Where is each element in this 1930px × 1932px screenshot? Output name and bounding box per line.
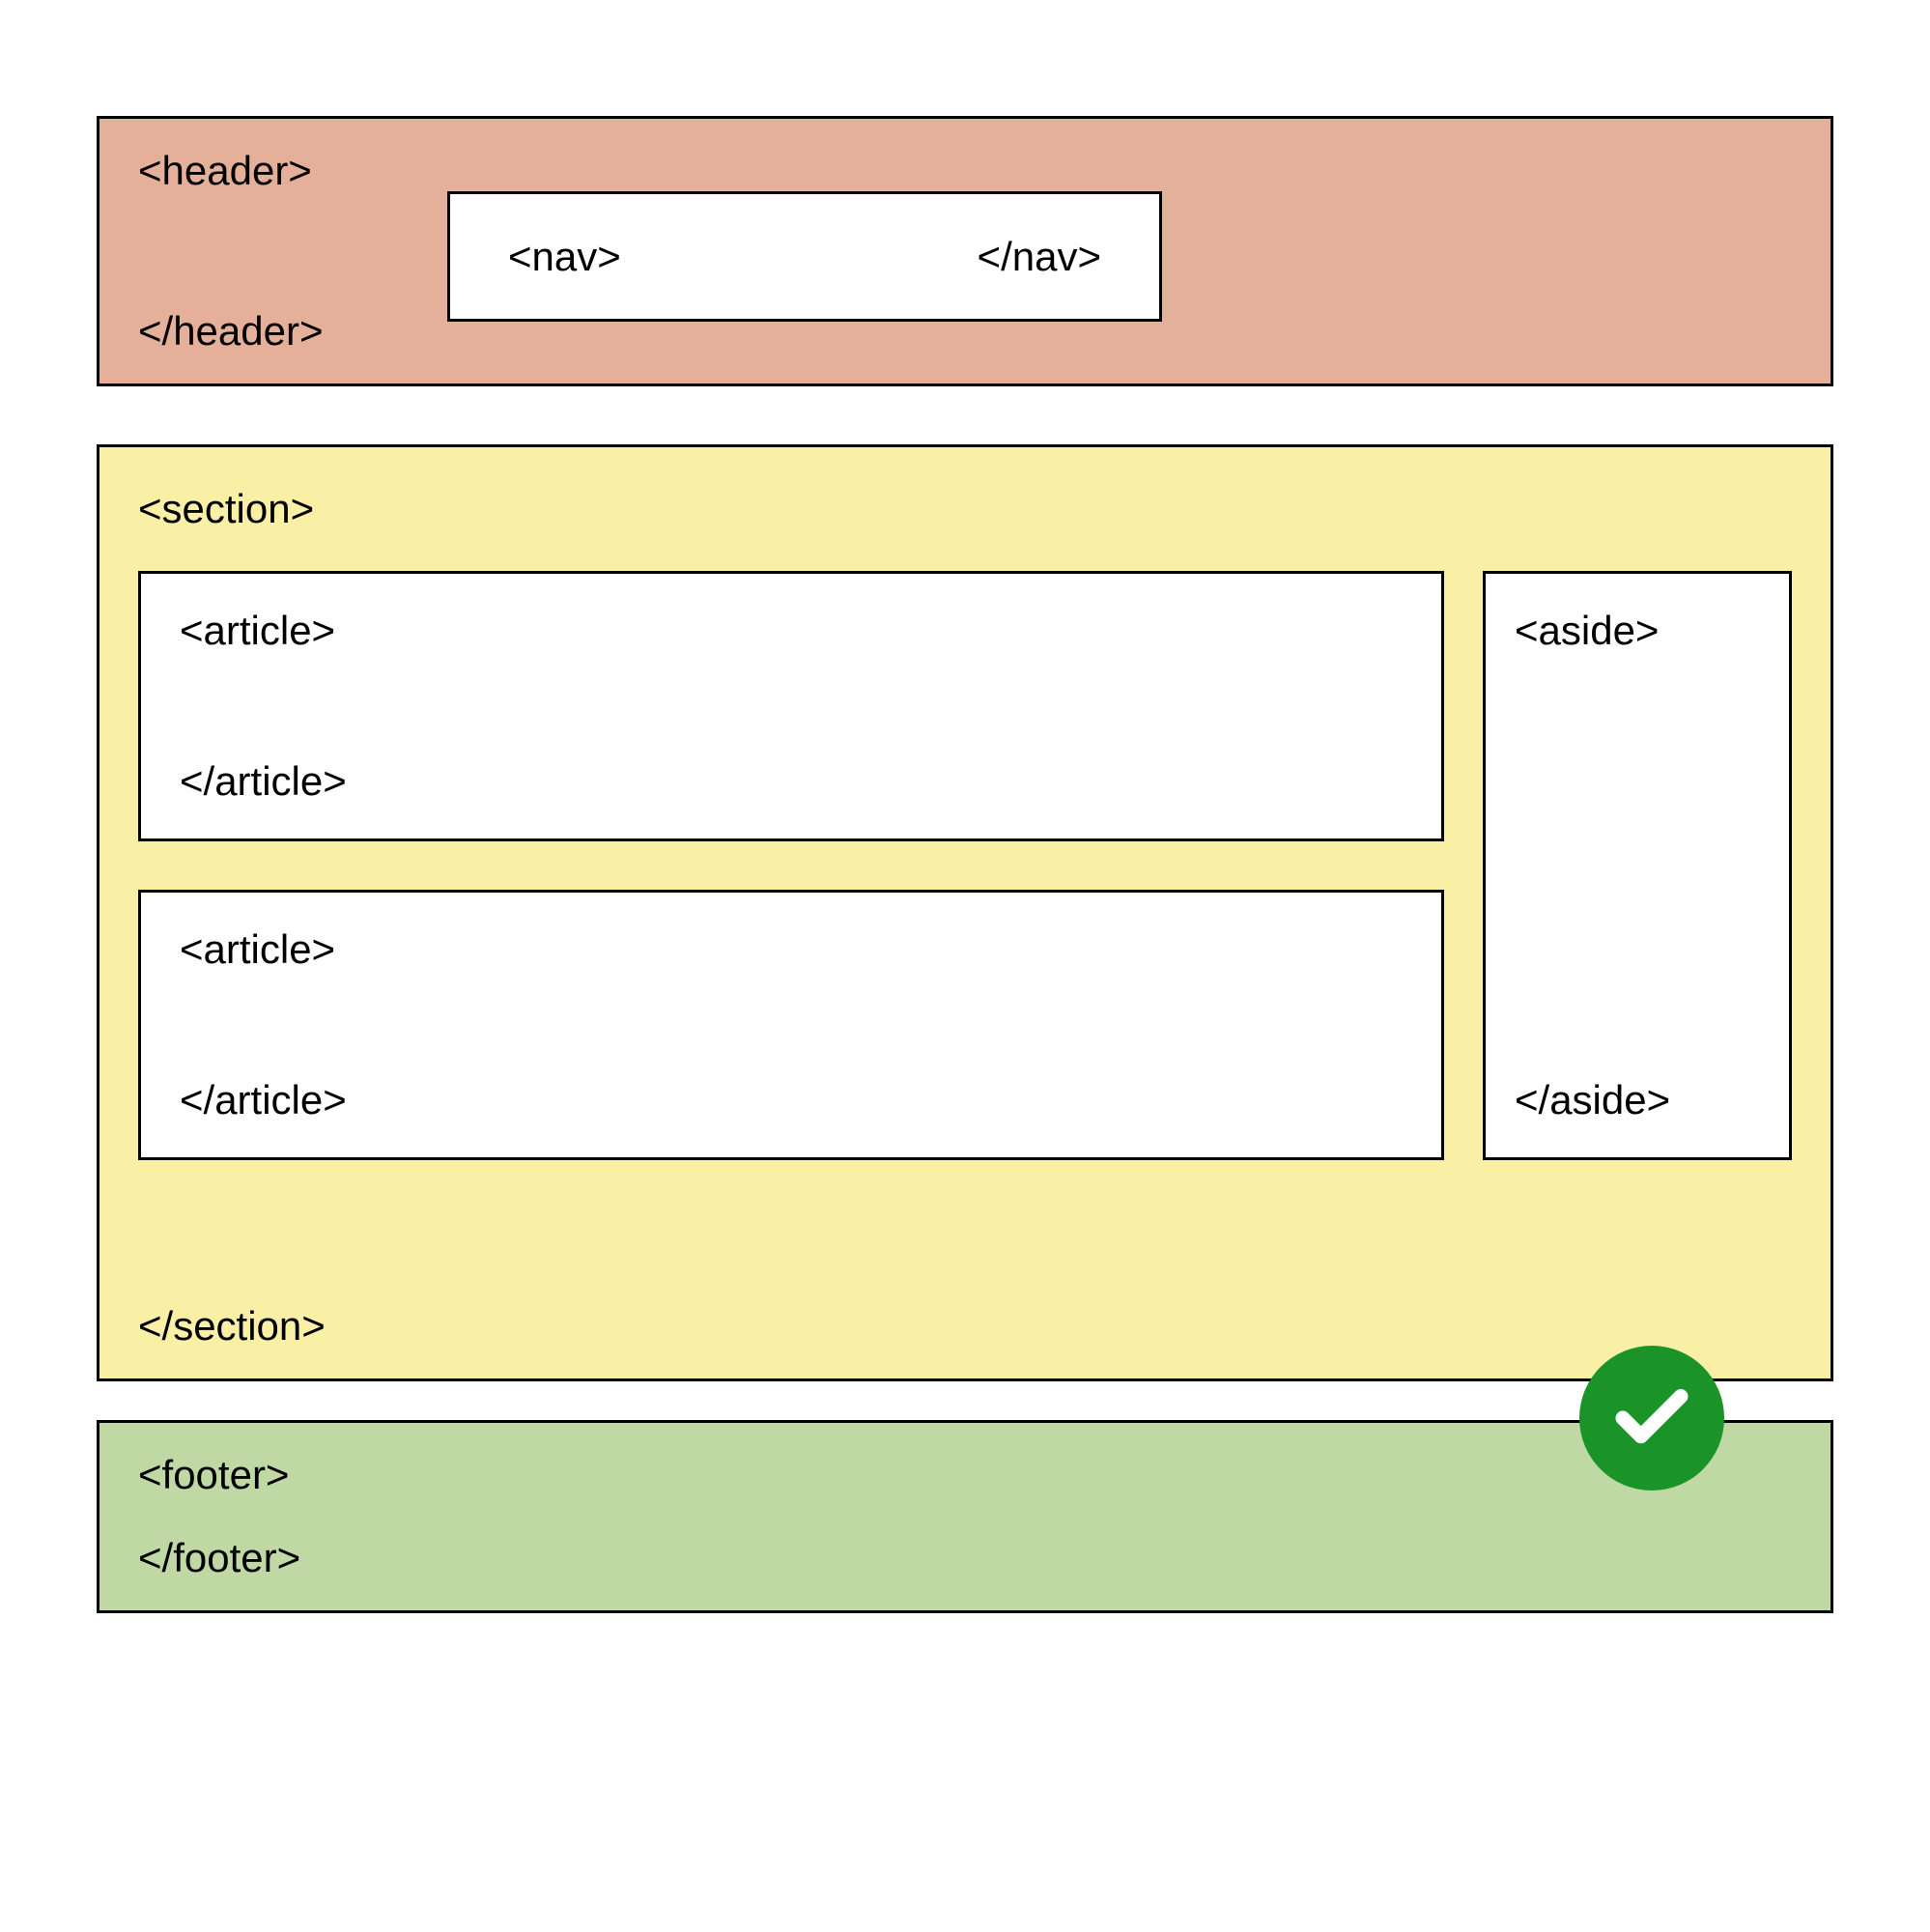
- checkmark-icon: [1608, 1375, 1695, 1462]
- nav-region: <nav> </nav>: [447, 191, 1162, 322]
- footer-region: <footer> </footer>: [97, 1420, 1833, 1613]
- nav-open-tag: <nav>: [508, 234, 621, 280]
- checkmark-badge: [1579, 1346, 1724, 1491]
- header-region: <header> <nav> </nav> </header>: [97, 116, 1833, 386]
- article-open-tag: <article>: [180, 926, 335, 973]
- section-content: <article> </article> <article> </article…: [138, 571, 1792, 1276]
- aside-close-tag: </aside>: [1515, 1077, 1670, 1123]
- article-close-tag: </article>: [180, 1077, 347, 1123]
- header-open-tag: <header>: [138, 148, 312, 194]
- article-region: <article> </article>: [138, 571, 1444, 841]
- article-close-tag: </article>: [180, 758, 347, 805]
- semantic-html-diagram: <header> <nav> </nav> </header> <section…: [97, 116, 1833, 1613]
- nav-close-tag: </nav>: [978, 234, 1101, 280]
- header-close-tag: </header>: [138, 308, 324, 355]
- article-region: <article> </article>: [138, 890, 1444, 1160]
- aside-open-tag: <aside>: [1515, 608, 1659, 654]
- section-close-tag: </section>: [138, 1303, 326, 1350]
- footer-open-tag: <footer>: [138, 1452, 289, 1498]
- article-open-tag: <article>: [180, 608, 335, 654]
- section-region: <section> <article> </article> <article>…: [97, 444, 1833, 1381]
- section-open-tag: <section>: [138, 486, 1792, 532]
- aside-region: <aside> </aside>: [1483, 571, 1792, 1160]
- articles-column: <article> </article> <article> </article…: [138, 571, 1444, 1276]
- footer-close-tag: </footer>: [138, 1535, 300, 1581]
